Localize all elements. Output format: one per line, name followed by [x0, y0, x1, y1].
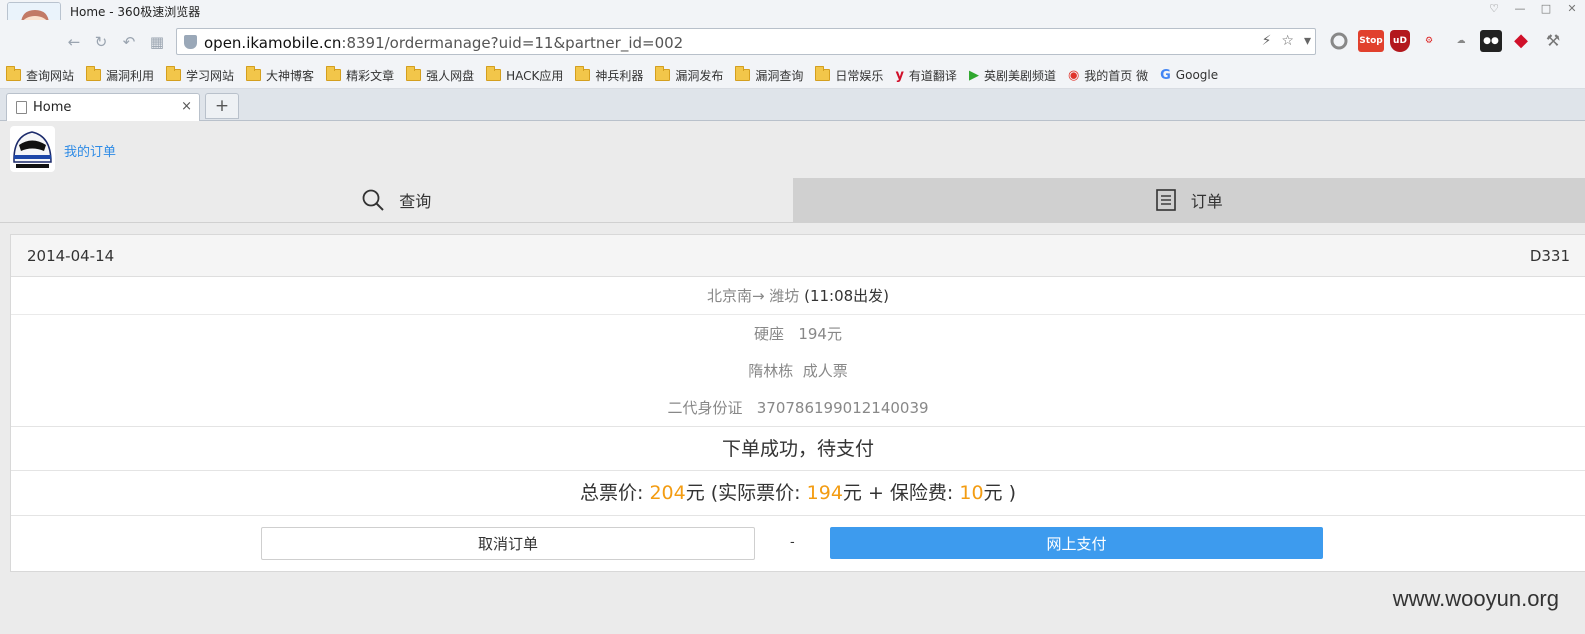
passenger-row: 隋林栋 成人票: [748, 362, 848, 380]
star-icon[interactable]: ☆: [1281, 33, 1294, 49]
search-icon: [362, 189, 384, 211]
bookmarks-bar: 查询网站 漏洞利用 学习网站 大神博客 精彩文章 强人网盘 HACK应用 神兵利…: [0, 62, 1585, 89]
folder-icon: [326, 66, 342, 81]
actual-price: 194: [806, 482, 843, 504]
folder-icon: [815, 66, 831, 81]
folder-icon: [735, 66, 751, 81]
seat-row: 硬座 194元: [754, 325, 842, 343]
tab-order[interactable]: 订单: [792, 178, 1585, 222]
page-document-icon: [16, 101, 27, 114]
bookmark-item[interactable]: ▶ 英剧美剧频道: [969, 67, 1056, 84]
browser-navbar: ← ↻ ↶ ▦ open.ikamobile.cn:8391/ordermana…: [0, 20, 1585, 62]
train-number: D331: [1529, 247, 1570, 265]
lightning-icon[interactable]: ⚡: [1262, 33, 1272, 49]
price-row: 总票价: 204元 (实际票价: 194元 + 保险费: 10元 ): [11, 471, 1585, 516]
dropdown-icon[interactable]: ▾: [1304, 33, 1311, 49]
close-icon[interactable]: ✕: [1559, 0, 1585, 18]
window-title: Home - 360极速浏览器: [70, 5, 201, 19]
folder-icon: [166, 66, 182, 81]
bookmark-item[interactable]: HACK应用: [486, 66, 563, 84]
cancel-order-button[interactable]: 取消订单: [261, 527, 755, 560]
app-header: 我的订单: [0, 122, 1585, 178]
order-status: 下单成功，待支付: [11, 427, 1585, 471]
folder-icon: [86, 66, 102, 81]
bookmark-item[interactable]: G Google: [1160, 68, 1218, 83]
url-text[interactable]: open.ikamobile.cn:8391/ordermanage?uid=1…: [204, 34, 683, 52]
apps-grid-icon[interactable]: ▦: [147, 32, 167, 52]
bookmark-item[interactable]: 强人网盘: [406, 66, 474, 84]
back-icon[interactable]: ←: [64, 32, 84, 52]
bookmark-item[interactable]: 日常娱乐: [815, 66, 883, 84]
order-card: 2014-04-14 D331 北京南→ 潍坊 (11:08出发) 硬座 194…: [10, 234, 1585, 572]
stop-extension-icon[interactable]: Stop: [1358, 30, 1384, 52]
skin-icon[interactable]: ♡: [1481, 0, 1507, 18]
page-title[interactable]: 我的订单: [64, 141, 116, 160]
bookmark-item[interactable]: 漏洞利用: [86, 66, 154, 84]
folder-icon: [486, 66, 502, 81]
train-logo-icon[interactable]: [10, 126, 55, 172]
bookmark-item[interactable]: 学习网站: [166, 66, 234, 84]
tab-query[interactable]: 查询: [0, 178, 793, 222]
route-row: 北京南→ 潍坊 (11:08出发): [11, 277, 1585, 315]
bookmark-item[interactable]: 漏洞发布: [655, 66, 723, 84]
bookmark-item[interactable]: ◉ 我的首页 微: [1068, 67, 1148, 84]
bookmark-item[interactable]: 漏洞查询: [735, 66, 803, 84]
tab-query-label: 查询: [399, 192, 432, 211]
tab-order-label: 订单: [1190, 192, 1223, 211]
watermark: www.wooyun.org: [1392, 586, 1559, 611]
app-tabs: 查询 订单: [0, 178, 1585, 223]
refresh-icon[interactable]: ↻: [91, 32, 111, 52]
window-controls: ♡ — □ ✕: [1481, 0, 1585, 18]
browser-titlebar: Home - 360极速浏览器 ♡ — □ ✕: [0, 0, 1585, 20]
minimize-icon[interactable]: —: [1507, 0, 1533, 18]
tab-title: Home: [33, 100, 72, 115]
insurance-fee: 10: [959, 482, 984, 504]
id-card-row: 二代身份证 370786199012140039: [11, 390, 1585, 427]
pay-online-button[interactable]: 网上支付: [830, 527, 1323, 559]
folder-icon: [246, 66, 262, 81]
browser-tabstrip: Home × +: [0, 89, 1585, 121]
cloud-extension-icon[interactable]: ☁: [1448, 30, 1474, 52]
departure-time: (11:08出发): [804, 287, 890, 305]
glasses-extension-icon[interactable]: ●●: [1480, 30, 1502, 52]
tab-close-icon[interactable]: ×: [181, 99, 192, 114]
google-icon: G: [1160, 67, 1171, 83]
order-actions: 取消订单 - 网上支付: [11, 516, 1585, 571]
weibo-icon: ◉: [1067, 67, 1080, 83]
diamond-extension-icon[interactable]: ◆: [1508, 30, 1534, 52]
order-card-header: 2014-04-14 D331: [11, 235, 1585, 277]
youdao-icon: y: [895, 67, 904, 83]
folder-icon: [6, 66, 21, 81]
circle-extension-icon[interactable]: [1326, 30, 1352, 52]
security-shield-icon: [184, 35, 197, 49]
bookmark-item[interactable]: y 有道翻译: [895, 67, 957, 84]
action-separator: -: [790, 535, 795, 550]
bookmark-item[interactable]: 精彩文章: [326, 66, 394, 84]
tools-extension-icon[interactable]: ⚙: [1416, 30, 1442, 52]
browser-tab-home[interactable]: Home ×: [6, 93, 200, 121]
bookmark-item[interactable]: 神兵利器: [575, 66, 643, 84]
undo-icon[interactable]: ↶: [119, 32, 139, 52]
folder-icon: [406, 66, 422, 81]
play-icon: ▶: [968, 67, 979, 83]
new-tab-button[interactable]: +: [205, 93, 239, 119]
folder-icon: [655, 66, 671, 81]
bookmark-item[interactable]: 查询网站: [6, 66, 74, 84]
ublock-icon[interactable]: uD: [1390, 30, 1410, 52]
maximize-icon[interactable]: □: [1533, 0, 1559, 18]
web-page: 我的订单 查询 订单 2014-04-14 D331 北京南→ 潍坊 (11:0…: [0, 122, 1585, 634]
bookmark-item[interactable]: 大神博客: [246, 66, 314, 84]
order-date: 2014-04-14: [27, 247, 115, 265]
total-price: 204: [649, 482, 686, 504]
wrench-icon[interactable]: ⚒: [1540, 30, 1566, 52]
folder-icon: [575, 66, 591, 81]
address-bar[interactable]: open.ikamobile.cn:8391/ordermanage?uid=1…: [176, 28, 1316, 55]
list-document-icon: [1155, 189, 1176, 211]
route-text: 北京南→ 潍坊: [706, 287, 800, 305]
extension-icons: Stop uD ⚙ ☁ ●● ◆ ⚒: [1326, 30, 1566, 52]
